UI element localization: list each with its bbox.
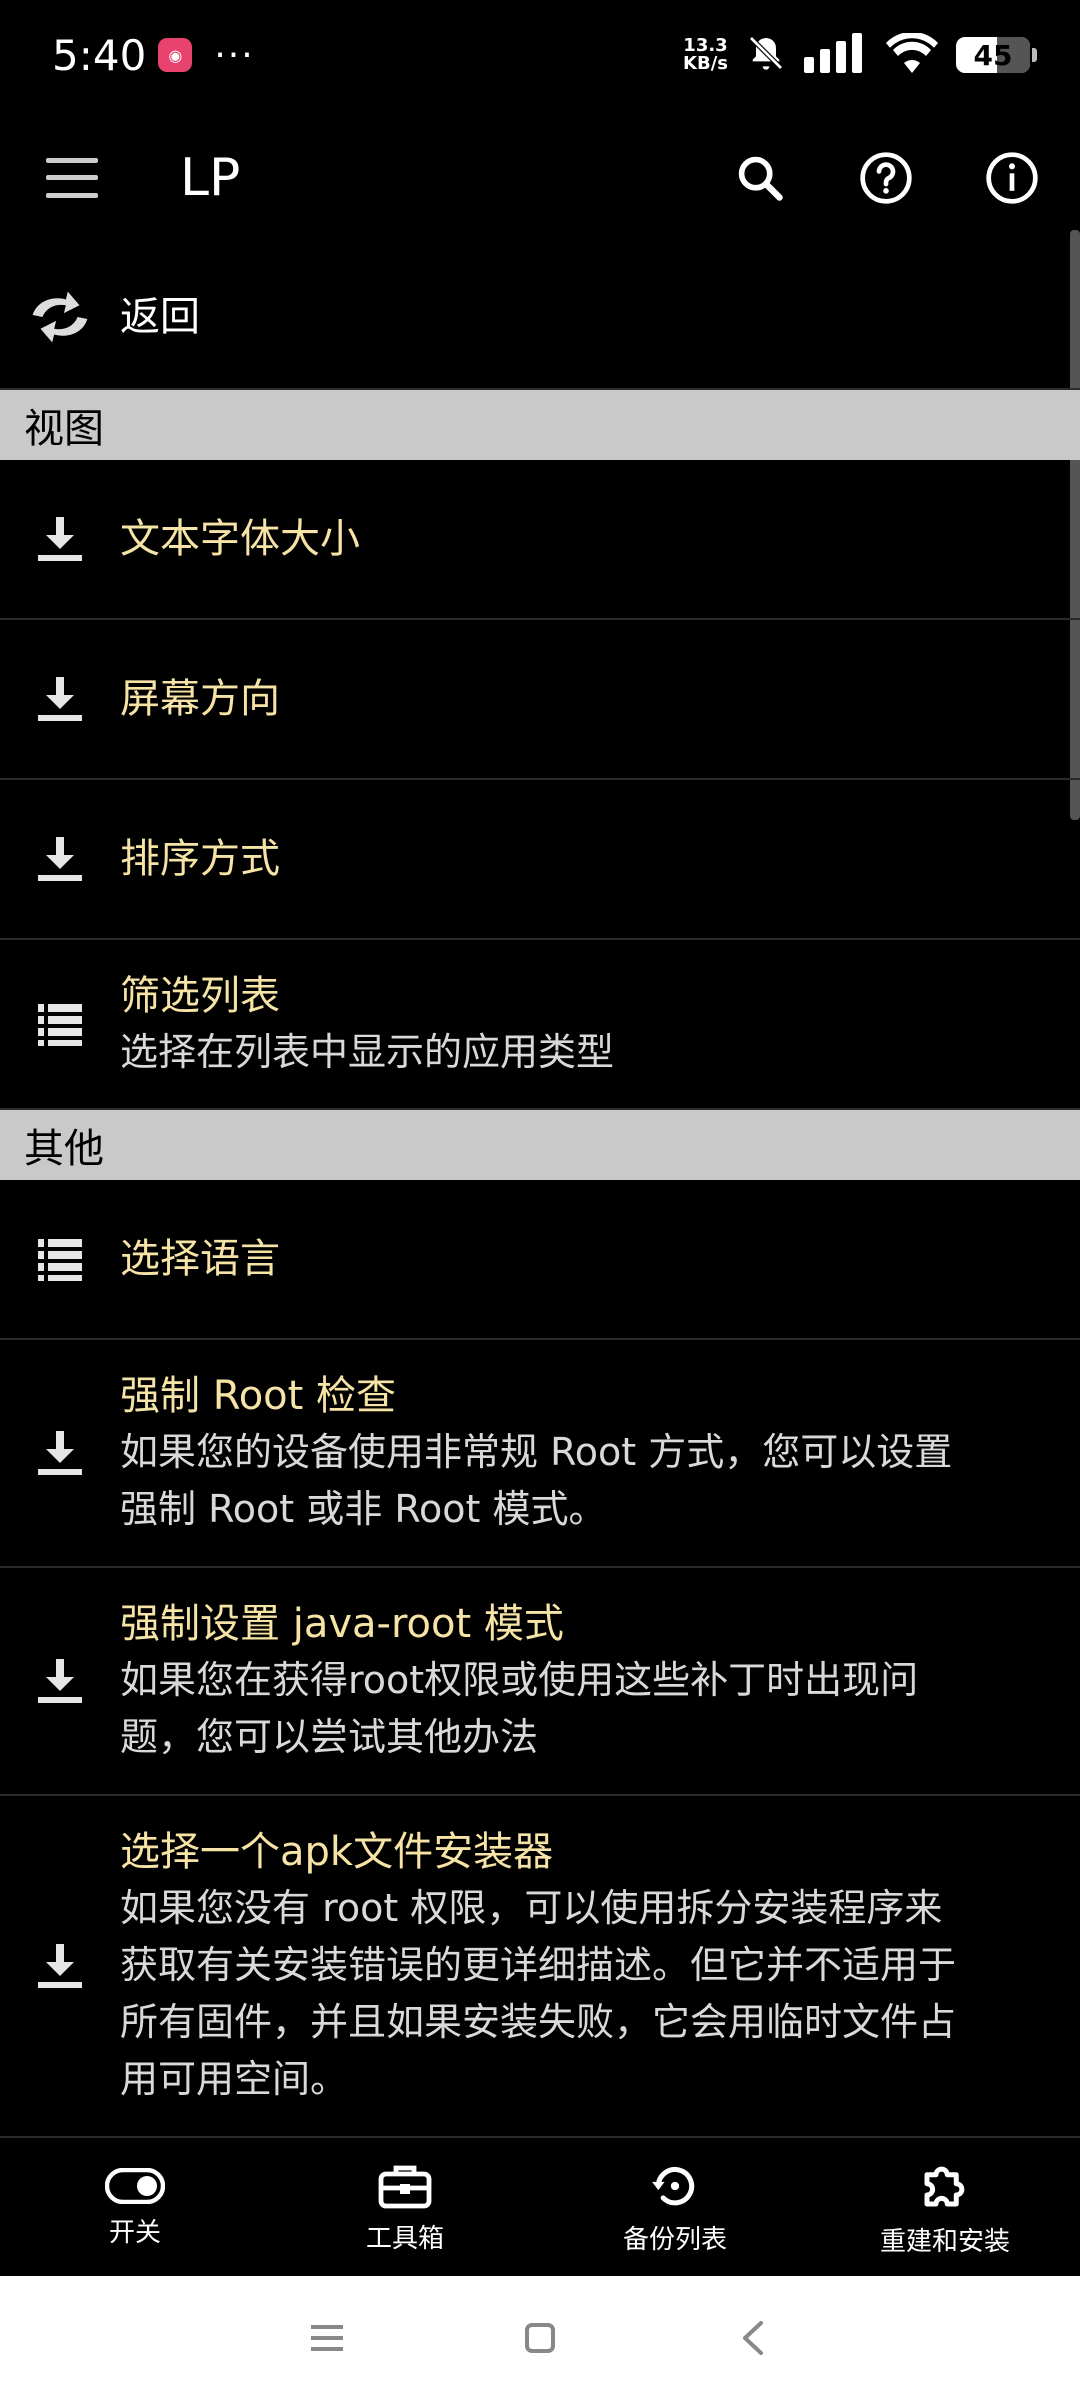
item-description: 如果您在获得root权限或使用这些补丁时出现问题，您可以尝试其他办法 — [120, 1658, 919, 1759]
app-bar: LP — [0, 110, 1080, 245]
download-icon — [0, 675, 120, 723]
home-icon[interactable] — [515, 2313, 565, 2363]
section-header-other: 其他 — [0, 1110, 1080, 1180]
download-icon — [0, 515, 120, 563]
signal-icon — [804, 33, 868, 77]
toolbox-icon — [378, 2165, 432, 2208]
nav-label: 工具箱 — [365, 2223, 444, 2254]
download-icon — [0, 835, 120, 883]
app-notification-icon: ◉ — [158, 38, 193, 72]
toggle-icon — [105, 2167, 165, 2204]
item-filter-list[interactable]: 筛选列表 选择在列表中显示的应用类型 — [0, 940, 1080, 1110]
item-apk-installer[interactable]: 选择一个apk文件安装器 如果您没有 root 权限，可以使用拆分安装程序来获取… — [0, 1796, 1080, 2138]
download-icon — [0, 1942, 120, 1990]
nav-toolbox[interactable]: 工具箱 — [270, 2140, 540, 2276]
nav-toggle[interactable]: 开关 — [0, 2140, 270, 2276]
download-icon — [0, 1429, 120, 1477]
battery-level: 45 — [973, 38, 1013, 72]
item-title: 强制 Root 检查 — [120, 1373, 397, 1419]
backup-history-icon — [652, 2166, 695, 2205]
item-screen-orientation[interactable]: 屏幕方向 — [0, 620, 1080, 780]
system-nav-bar — [0, 2276, 1080, 2400]
item-title: 选择语言 — [120, 1236, 280, 1282]
list-icon — [0, 1002, 120, 1046]
nav-label: 开关 — [108, 2217, 161, 2248]
item-select-language[interactable]: 选择语言 — [0, 1180, 1080, 1340]
status-time: 5:40 — [52, 30, 147, 80]
list-icon — [0, 1237, 120, 1281]
puzzle-icon — [924, 2166, 965, 2206]
bottom-nav: 开关 工具箱 备份列表 重建和安装 — [0, 2140, 1080, 2276]
nav-label: 备份列表 — [622, 2224, 727, 2255]
item-description: 如果您没有 root 权限，可以使用拆分安装程序来获取有关安装错误的更详细描述。… — [120, 1886, 957, 2101]
network-speed-unit: KB/s — [683, 53, 728, 74]
item-title: 排序方式 — [120, 836, 280, 882]
nav-label: 重建和安装 — [879, 2226, 1010, 2257]
item-title: 强制设置 java-root 模式 — [120, 1601, 564, 1647]
item-force-root-check[interactable]: 强制 Root 检查 如果您的设备使用非常规 Root 方式，您可以设置强制 R… — [0, 1340, 1080, 1568]
item-text-font-size[interactable]: 文本字体大小 — [0, 460, 1080, 620]
settings-list: 返回 视图 文本字体大小 屏幕方向 排序方式 筛选列表 选择在列表中显示的应用类… — [0, 245, 1080, 2138]
menu-icon[interactable] — [46, 157, 98, 198]
status-left: 5:40 ◉ ··· — [52, 31, 255, 80]
info-icon[interactable] — [984, 150, 1040, 206]
download-icon — [0, 1657, 120, 1705]
item-description: 如果您的设备使用非常规 Root 方式，您可以设置强制 Root 或非 Root… — [120, 1430, 953, 1531]
item-title: 筛选列表 — [120, 972, 280, 1019]
battery-icon: 45 — [956, 37, 1037, 73]
more-notifications-icon: ··· — [214, 34, 255, 76]
back-arrows-icon — [0, 287, 120, 347]
search-icon[interactable] — [732, 150, 788, 206]
item-description: 选择在列表中显示的应用类型 — [120, 1029, 615, 1074]
wifi-icon — [886, 31, 938, 77]
back-label: 返回 — [120, 293, 200, 340]
item-title: 选择一个apk文件安装器 — [120, 1829, 554, 1875]
network-speed: 13.3 KB/s — [683, 37, 728, 73]
back-item[interactable]: 返回 — [0, 245, 1080, 390]
mute-bell-icon — [746, 33, 786, 77]
help-icon[interactable] — [858, 150, 914, 206]
item-sort-order[interactable]: 排序方式 — [0, 780, 1080, 940]
nav-rebuild[interactable]: 重建和安装 — [810, 2140, 1080, 2276]
item-title: 屏幕方向 — [120, 676, 280, 722]
app-title: LP — [180, 147, 241, 208]
section-header-view: 视图 — [0, 390, 1080, 460]
nav-backups[interactable]: 备份列表 — [540, 2140, 810, 2276]
item-title: 文本字体大小 — [120, 516, 360, 562]
recents-icon[interactable] — [302, 2313, 352, 2363]
back-icon[interactable] — [728, 2313, 778, 2363]
status-bar: 5:40 ◉ ··· 13.3 KB/s 45 — [0, 0, 1080, 110]
item-force-java-root[interactable]: 强制设置 java-root 模式 如果您在获得root权限或使用这些补丁时出现… — [0, 1568, 1080, 1796]
app-actions — [732, 150, 1040, 206]
status-right: 13.3 KB/s 45 — [683, 31, 1037, 77]
